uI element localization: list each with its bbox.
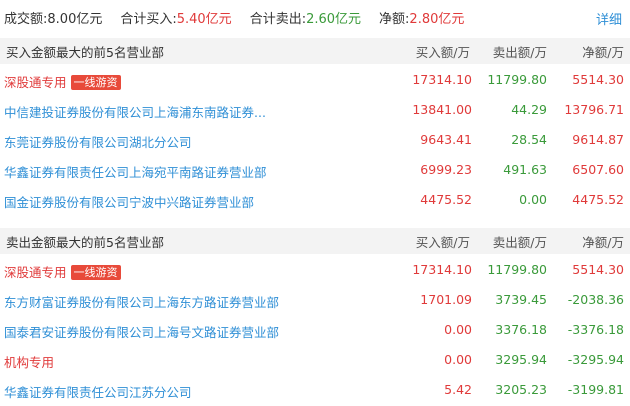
net-amount: 5514.30 [572,262,624,277]
table-row[interactable]: 国金证券股份有限公司宁波中兴路证券营业部 4475.52 0.00 4475.52 [0,185,630,215]
turnover-value: 8.00亿元 [47,11,103,27]
table-row[interactable]: 深股通专用 一线游资 17314.10 11799.80 5514.30 [0,255,630,285]
table-row[interactable]: 东莞证券股份有限公司湖北分公司 9643.41 28.54 9614.87 [0,125,630,155]
net-amount: 9614.87 [572,132,624,147]
branch-name-link[interactable]: 深股通专用 一线游资 [4,72,121,91]
col-buy-header: 买入额/万 [415,234,470,250]
branch-name-link[interactable]: 中信建投证券股份有限公司上海浦东南路证券... [4,102,266,121]
sell-section-header: 卖出金额最大的前5名营业部 买入额/万 卖出额/万 净额/万 [0,228,630,254]
sell-amount: 3205.23 [495,382,547,397]
sell-amount: 3295.94 [495,352,547,367]
branch-name-text: 深股通专用 [4,75,67,90]
buy-amount: 13841.00 [412,102,472,117]
branch-name-text: 深股通专用 [4,265,67,280]
turnover-label: 成交额: [4,11,48,27]
col-buy-header: 买入额/万 [415,44,470,60]
net-amount: -3376.18 [567,322,624,337]
table-row[interactable]: 华鑫证券有限责任公司江苏分公司 5.42 3205.23 -3199.81 [0,375,630,405]
branch-name-text: 国金证券股份有限公司宁波中兴路证券营业部 [4,195,255,210]
net-amount: 6507.60 [572,162,624,177]
net-amount: -3199.81 [567,382,624,397]
sell-amount: 11799.80 [487,262,547,277]
detail-link[interactable]: 详细 [596,9,622,28]
sell-amount: 491.63 [503,162,547,177]
summary-bar: 成交额: 8.00亿元 合计买入: 5.40亿元 合计卖出: 2.60亿元 净额… [0,0,630,34]
sell-amount: 3376.18 [495,322,547,337]
branch-name-link[interactable]: 机构专用 [4,352,54,371]
branch-name-text: 华鑫证券有限责任公司江苏分公司 [4,385,192,400]
buy-section-title: 买入金额最大的前5名营业部 [6,44,164,60]
net-label: 净额: [379,11,410,27]
col-net-header: 净额/万 [582,44,624,60]
buy-amount: 1701.09 [420,292,472,307]
sell-amount: 3739.45 [495,292,547,307]
sell-amount: 11799.80 [487,72,547,87]
buy-total-value: 5.40亿元 [176,11,232,27]
branch-name-text: 华鑫证券有限责任公司上海宛平南路证券营业部 [4,165,267,180]
buy-amount: 4475.52 [420,192,472,207]
buy-amount: 0.00 [444,352,472,367]
net-amount: 13796.71 [564,102,624,117]
col-sell-header: 卖出额/万 [492,234,547,250]
net-amount: 4475.52 [572,192,624,207]
sell-total-value: 2.60亿元 [306,11,362,27]
sell-section-title: 卖出金额最大的前5名营业部 [6,234,164,250]
net-amount: 5514.30 [572,72,624,87]
buy-total-label: 合计买入: [120,11,177,27]
sell-amount: 44.29 [511,102,547,117]
buy-section-header: 买入金额最大的前5名营业部 买入额/万 卖出额/万 净额/万 [0,38,630,64]
table-row[interactable]: 国泰君安证券股份有限公司上海号文路证券营业部 0.00 3376.18 -3376.1… [0,315,630,345]
sell-amount: 28.54 [511,132,547,147]
branch-name-text: 中信建投证券股份有限公司上海浦东南路证券... [4,105,266,120]
table-row[interactable]: 深股通专用 一线游资 17314.10 11799.80 5514.30 [0,65,630,95]
branch-name-link[interactable]: 华鑫证券有限责任公司江苏分公司 [4,382,192,401]
col-net-header: 净额/万 [582,234,624,250]
branch-name-link[interactable]: 东方财富证券股份有限公司上海东方路证券营业部 [4,292,279,311]
hot-money-tag: 一线游资 [70,75,121,90]
col-sell-header: 卖出额/万 [492,44,547,60]
hot-money-tag: 一线游资 [70,265,121,280]
branch-name-text: 机构专用 [4,355,55,370]
buy-amount: 17314.10 [412,262,472,277]
net-value: 2.80亿元 [409,11,465,27]
sell-amount: 0.00 [519,192,547,207]
net-amount: -2038.36 [567,292,624,307]
buy-amount: 0.00 [444,322,472,337]
buy-amount: 17314.10 [412,72,472,87]
table-row[interactable]: 中信建投证券股份有限公司上海浦东南路证券... 13841.00 44.29 1379… [0,95,630,125]
branch-name-link[interactable]: 国泰君安证券股份有限公司上海号文路证券营业部 [4,322,279,341]
net-amount: -3295.94 [567,352,624,367]
table-row[interactable]: 华鑫证券有限责任公司上海宛平南路证券营业部 6999.23 491.63 6507.6… [0,155,630,185]
table-row[interactable]: 东方财富证券股份有限公司上海东方路证券营业部 1701.09 3739.45 -203… [0,285,630,315]
branch-name-text: 东莞证券股份有限公司湖北分公司 [4,135,192,150]
sell-total-label: 合计卖出: [249,11,307,27]
table-row[interactable]: 机构专用 0.00 3295.94 -3295.94 [0,345,630,375]
branch-name-text: 东方财富证券股份有限公司上海东方路证券营业部 [4,295,280,310]
branch-name-link[interactable]: 华鑫证券有限责任公司上海宛平南路证券营业部 [4,162,267,181]
buy-amount: 6999.23 [420,162,472,177]
branch-name-link[interactable]: 东莞证券股份有限公司湖北分公司 [4,132,192,151]
branch-name-link[interactable]: 深股通专用 一线游资 [4,262,121,281]
branch-name-link[interactable]: 国金证券股份有限公司宁波中兴路证券营业部 [4,192,254,211]
buy-amount: 5.42 [444,382,472,397]
branch-name-text: 国泰君安证券股份有限公司上海号文路证券营业部 [4,325,280,340]
buy-amount: 9643.41 [420,132,472,147]
